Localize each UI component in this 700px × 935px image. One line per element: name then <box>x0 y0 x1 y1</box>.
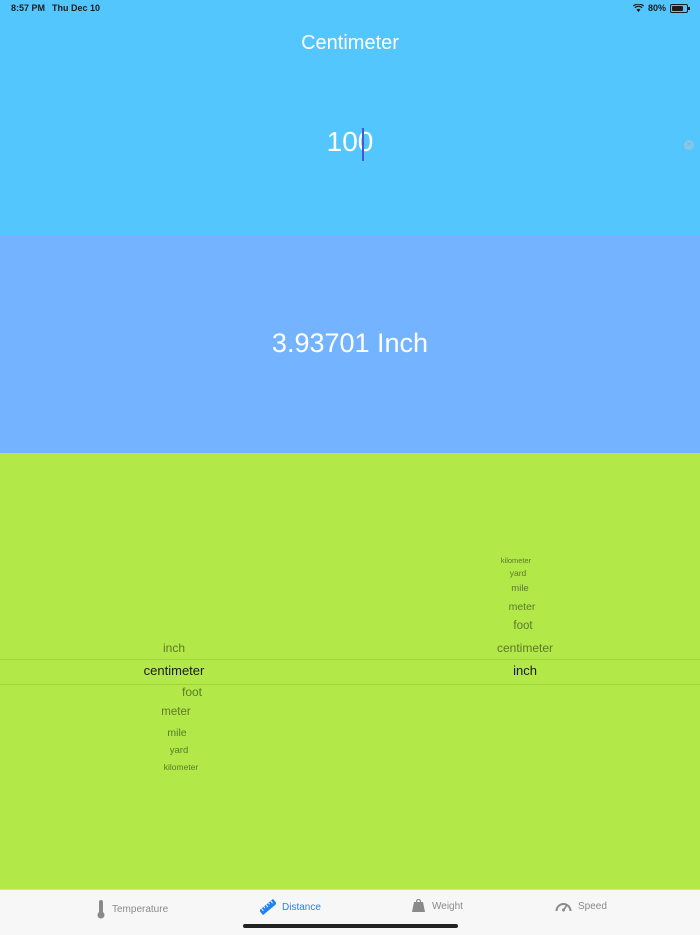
ruler-icon <box>260 899 276 915</box>
picker-item[interactable]: yard <box>170 745 188 756</box>
status-right: 80% <box>632 3 690 13</box>
picker-item[interactable]: mile <box>511 583 528 594</box>
tab-label: Temperature <box>112 903 169 915</box>
speedometer-icon <box>555 903 572 912</box>
status-date: Thu Dec 10 <box>52 3 101 13</box>
tab-label: Distance <box>282 901 321 913</box>
wifi-icon <box>632 4 644 12</box>
tab-weight[interactable]: Weight <box>411 899 463 913</box>
input-panel: Centimeter ✕ <box>0 0 700 236</box>
picker-item[interactable]: centimeter <box>497 641 553 655</box>
picker-item[interactable]: kilometer <box>164 762 198 772</box>
source-unit-title: Centimeter <box>301 32 399 54</box>
thermometer-icon <box>97 900 105 919</box>
picker-item-selected[interactable]: inch <box>513 663 537 678</box>
picker-item-selected[interactable]: centimeter <box>144 663 205 678</box>
picker-item[interactable]: kilometer <box>501 556 531 565</box>
picker-item[interactable]: foot <box>513 620 532 632</box>
tab-speed[interactable]: Speed <box>555 899 607 913</box>
unit-picker[interactable]: centimeter inch foot meter mile yard kilometer… <box>0 453 700 889</box>
result-panel: 3.93701 Inch <box>0 236 700 453</box>
tab-label: Speed <box>578 900 607 912</box>
picker-item[interactable]: inch <box>163 641 185 655</box>
tab-temperature[interactable]: Temperature <box>96 899 168 919</box>
tab-distance[interactable]: Distance <box>260 899 321 915</box>
value-input[interactable] <box>280 126 420 158</box>
result-text: 3.93701 Inch <box>271 328 429 358</box>
battery-percent: 80% <box>647 3 666 13</box>
picker-item[interactable]: mile <box>167 727 186 739</box>
value-input-wrap <box>0 126 700 158</box>
picker-item[interactable]: yard <box>510 568 527 578</box>
tab-bar: Temperature Distance Weight Speed <box>0 889 700 935</box>
tab-label: Weight <box>432 900 463 912</box>
status-bar: 8:57 PM Thu Dec 10 80% <box>0 0 700 18</box>
clear-circle-icon[interactable]: ✕ <box>684 140 694 150</box>
picker-item[interactable]: meter <box>509 601 536 613</box>
home-indicator <box>243 924 458 928</box>
picker-item[interactable]: foot <box>182 685 202 699</box>
status-time: 8:57 PM <box>11 3 46 13</box>
text-caret <box>362 128 364 161</box>
weight-icon <box>412 899 425 912</box>
battery-icon <box>670 3 690 13</box>
picker-item[interactable]: meter <box>161 706 190 718</box>
picker-selection-band <box>0 659 700 685</box>
